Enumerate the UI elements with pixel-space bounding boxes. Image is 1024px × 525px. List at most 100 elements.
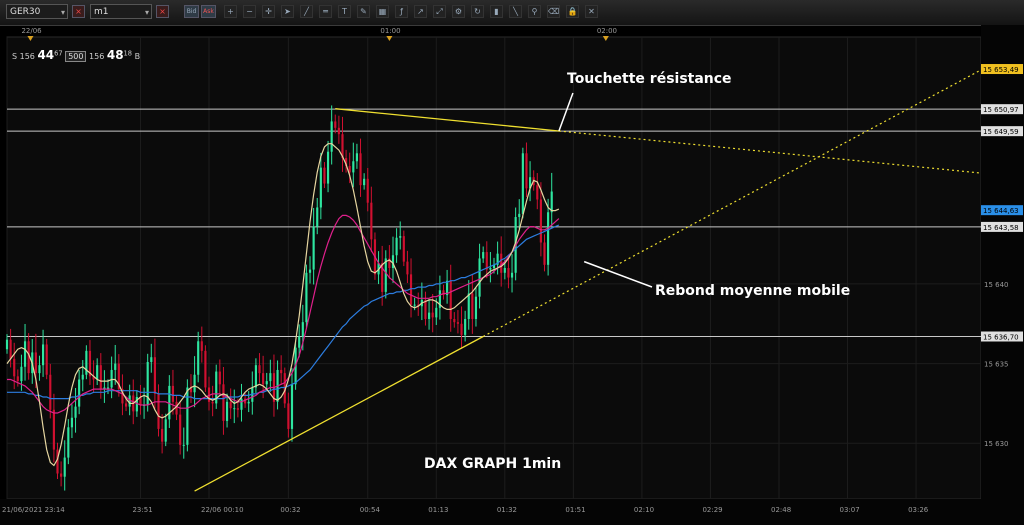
magnet-icon[interactable]: ⚲ <box>528 5 541 18</box>
candle[interactable] <box>218 371 221 385</box>
candle[interactable] <box>186 387 189 445</box>
candle[interactable] <box>500 253 503 273</box>
pen-icon[interactable]: ✎ <box>357 5 370 18</box>
symbol-select[interactable]: GER30 ▾ <box>6 4 68 19</box>
candle[interactable] <box>41 344 45 366</box>
candle[interactable] <box>179 414 182 445</box>
refresh-icon[interactable]: ↻ <box>471 5 484 18</box>
candle[interactable] <box>326 151 330 184</box>
settings-icon[interactable]: ⚙ <box>452 5 465 18</box>
candle[interactable] <box>518 213 521 218</box>
candle[interactable] <box>157 393 160 429</box>
candle[interactable] <box>171 385 175 402</box>
candle[interactable] <box>460 323 463 335</box>
candle[interactable] <box>16 376 19 382</box>
price-chart[interactable]: 21/06/2021 23:14 23:51 22/06 00:10 00:32 00:… <box>0 25 1024 525</box>
crosshair-icon[interactable]: ✛ <box>262 5 275 18</box>
zoom-out-icon[interactable]: − <box>243 5 256 18</box>
candle[interactable] <box>330 121 333 152</box>
candle[interactable] <box>182 444 185 446</box>
candle[interactable] <box>539 199 542 243</box>
candle[interactable] <box>45 344 48 375</box>
bar-icon[interactable]: ▮ <box>490 5 503 18</box>
candle[interactable] <box>319 167 322 208</box>
candle[interactable] <box>81 374 84 380</box>
candle[interactable] <box>164 419 167 442</box>
expand-icon[interactable]: ⤢ <box>433 5 446 18</box>
candle[interactable] <box>406 261 409 275</box>
candle[interactable] <box>402 236 405 262</box>
candle[interactable] <box>507 268 510 278</box>
candle[interactable] <box>280 369 283 374</box>
volume-input[interactable]: 500 <box>65 51 87 62</box>
candle[interactable] <box>449 280 452 319</box>
candle[interactable] <box>384 258 387 292</box>
candle[interactable] <box>96 365 99 380</box>
candle[interactable] <box>399 236 402 238</box>
indicator-icon[interactable]: ƒ <box>395 5 408 18</box>
candle[interactable] <box>197 341 200 375</box>
candle[interactable] <box>23 341 27 367</box>
ask-button[interactable]: Ask <box>201 5 216 18</box>
candle[interactable] <box>49 374 52 410</box>
candle[interactable] <box>175 401 178 415</box>
candle[interactable] <box>200 341 203 351</box>
candle[interactable] <box>211 401 214 404</box>
candle[interactable] <box>521 153 524 214</box>
remove-symbol-icon[interactable]: × <box>72 5 85 18</box>
candle[interactable] <box>453 318 456 323</box>
candle[interactable] <box>352 161 355 173</box>
candle[interactable] <box>427 312 431 319</box>
candle[interactable] <box>464 318 467 335</box>
candle[interactable] <box>467 293 470 319</box>
candle[interactable] <box>334 121 337 128</box>
candle[interactable] <box>290 384 294 429</box>
line-icon[interactable]: ╱ <box>300 5 313 18</box>
candle[interactable] <box>478 258 481 297</box>
candle[interactable] <box>301 322 304 337</box>
remove-timeframe-icon[interactable]: × <box>156 5 169 18</box>
candle[interactable] <box>67 427 70 458</box>
candle[interactable] <box>265 381 268 385</box>
candle[interactable] <box>287 403 290 429</box>
arrow-icon[interactable]: ↗ <box>414 5 427 18</box>
candle[interactable] <box>489 268 492 270</box>
candle[interactable] <box>298 336 301 348</box>
candle[interactable] <box>431 312 434 318</box>
candle[interactable] <box>547 212 550 265</box>
bid-button[interactable]: Bid <box>184 5 199 18</box>
template-icon[interactable]: ▦ <box>376 5 389 18</box>
candle[interactable] <box>110 369 113 388</box>
candle[interactable] <box>370 202 373 240</box>
chart-area[interactable]: 21/06/2021 23:14 23:51 22/06 00:10 00:32 00:… <box>0 25 1024 525</box>
candle[interactable] <box>63 457 66 477</box>
candle[interactable] <box>323 167 326 184</box>
candle[interactable] <box>525 153 528 189</box>
candle[interactable] <box>153 357 156 394</box>
candle[interactable] <box>106 387 110 389</box>
candle[interactable] <box>236 408 239 410</box>
candle[interactable] <box>34 352 37 374</box>
candle[interactable] <box>337 127 340 135</box>
candle[interactable] <box>225 401 229 421</box>
zoom-in-icon[interactable]: + <box>224 5 237 18</box>
candle[interactable] <box>254 365 257 388</box>
buy-price[interactable]: 48 <box>107 48 124 62</box>
candle[interactable] <box>204 350 207 388</box>
candle[interactable] <box>312 226 315 270</box>
candle[interactable] <box>424 299 427 319</box>
candle[interactable] <box>52 409 55 450</box>
candle[interactable] <box>114 363 117 370</box>
trend-icon[interactable]: ╲ <box>509 5 522 18</box>
candle[interactable] <box>305 272 308 323</box>
candle[interactable] <box>74 406 77 418</box>
candle[interactable] <box>161 428 164 442</box>
candle[interactable] <box>193 374 196 393</box>
candle[interactable] <box>258 365 261 374</box>
candle[interactable] <box>38 365 41 374</box>
candle[interactable] <box>395 237 398 256</box>
candle[interactable] <box>471 293 474 319</box>
candle[interactable] <box>70 417 74 428</box>
close-icon[interactable]: ✕ <box>585 5 598 18</box>
sell-price[interactable]: 44 <box>37 48 54 62</box>
